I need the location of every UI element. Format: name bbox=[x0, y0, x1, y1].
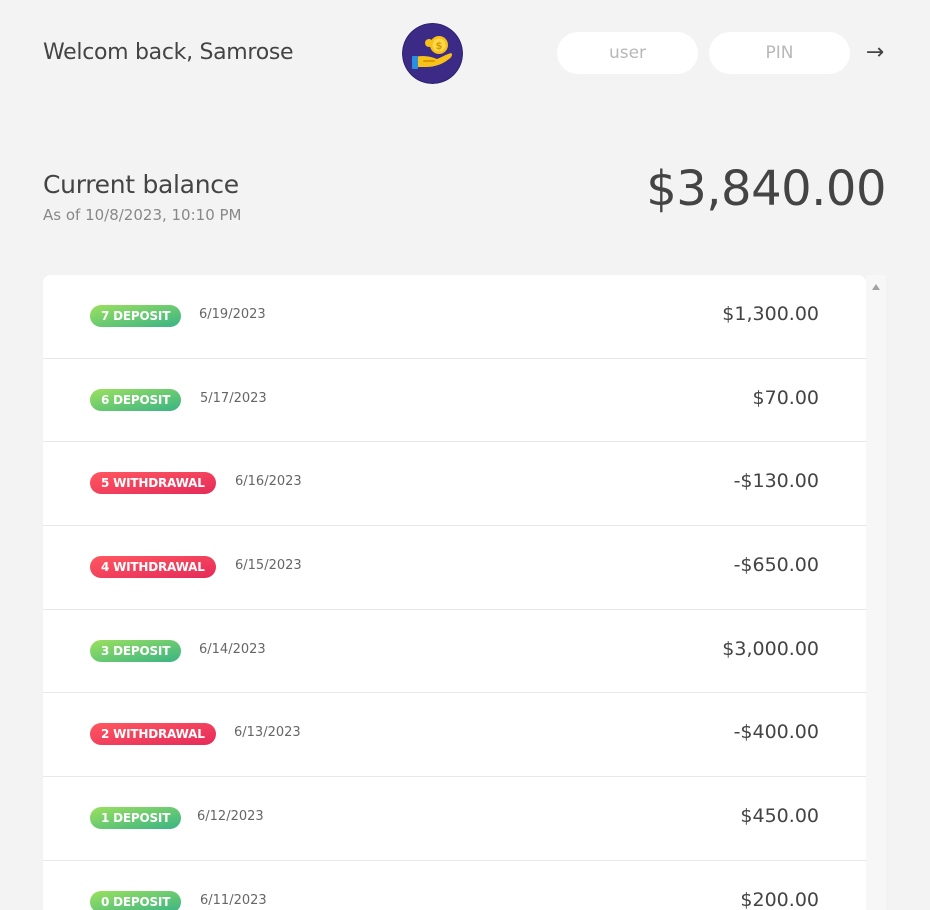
movement-date: 6/14/2023 bbox=[199, 641, 266, 657]
movement-row: 1 DEPOSIT 6/12/2023 $450.00 bbox=[43, 777, 866, 861]
movement-value: $200.00 bbox=[740, 888, 819, 910]
withdrawal-badge: 4 WITHDRAWAL bbox=[90, 556, 216, 579]
login-arrow-button[interactable]: → bbox=[860, 38, 890, 68]
movement-date: 6/16/2023 bbox=[235, 474, 302, 490]
welcome-message: Welcom back, Samrose bbox=[43, 40, 294, 65]
top-nav: Welcom back, Samrose $ → bbox=[0, 0, 930, 110]
balance-date: As of 10/8/2023, 10:10 PM bbox=[43, 206, 242, 224]
movement-value: $70.00 bbox=[752, 386, 819, 409]
movement-row: 3 DEPOSIT 6/14/2023 $3,000.00 bbox=[43, 610, 866, 694]
pin-input[interactable] bbox=[709, 32, 850, 74]
svg-text:$: $ bbox=[436, 41, 443, 52]
movement-value: -$130.00 bbox=[733, 470, 819, 493]
movement-row: 2 WITHDRAWAL 6/13/2023 -$400.00 bbox=[43, 693, 866, 778]
movement-value: $450.00 bbox=[740, 805, 819, 828]
hand-holding-coin-icon: $ bbox=[402, 23, 463, 84]
balance-label: Current balance bbox=[43, 170, 239, 199]
withdrawal-badge: 5 WITHDRAWAL bbox=[90, 472, 216, 495]
movement-row: 5 WITHDRAWAL 6/16/2023 -$130.00 bbox=[43, 442, 866, 527]
balance-value: $3,840.00 bbox=[646, 161, 886, 217]
movement-date: 6/19/2023 bbox=[199, 307, 266, 322]
movement-row: 4 WITHDRAWAL 6/15/2023 -$650.00 bbox=[43, 526, 866, 610]
movement-row: 6 DEPOSIT 5/17/2023 $70.00 bbox=[43, 359, 866, 443]
movement-date: 6/11/2023 bbox=[200, 892, 267, 908]
deposit-badge: 3 DEPOSIT bbox=[90, 639, 182, 662]
movement-date: 6/15/2023 bbox=[235, 558, 302, 574]
movement-value: $1,300.00 bbox=[722, 303, 819, 325]
movements-scrollbar[interactable] bbox=[866, 275, 886, 910]
deposit-badge: 7 DEPOSIT bbox=[90, 305, 182, 327]
withdrawal-badge: 2 WITHDRAWAL bbox=[90, 723, 216, 746]
user-input[interactable] bbox=[557, 32, 698, 74]
movement-row: 0 DEPOSIT 6/11/2023 $200.00 bbox=[43, 861, 866, 910]
scroll-up-arrow-icon[interactable] bbox=[872, 284, 880, 290]
movement-date: 6/12/2023 bbox=[197, 809, 264, 825]
movement-row: 7 DEPOSIT 6/19/2023 $1,300.00 bbox=[43, 275, 866, 359]
movement-value: -$650.00 bbox=[733, 554, 819, 577]
movement-date: 5/17/2023 bbox=[200, 390, 267, 406]
movement-value: $3,000.00 bbox=[722, 637, 819, 660]
movements-list: 7 DEPOSIT 6/19/2023 $1,300.00 6 DEPOSIT 5/17… bbox=[43, 275, 866, 910]
deposit-badge: 0 DEPOSIT bbox=[90, 890, 182, 910]
movement-date: 6/13/2023 bbox=[234, 725, 301, 741]
movement-value: -$400.00 bbox=[733, 721, 819, 744]
deposit-badge: 1 DEPOSIT bbox=[90, 807, 182, 830]
deposit-badge: 6 DEPOSIT bbox=[90, 388, 182, 411]
